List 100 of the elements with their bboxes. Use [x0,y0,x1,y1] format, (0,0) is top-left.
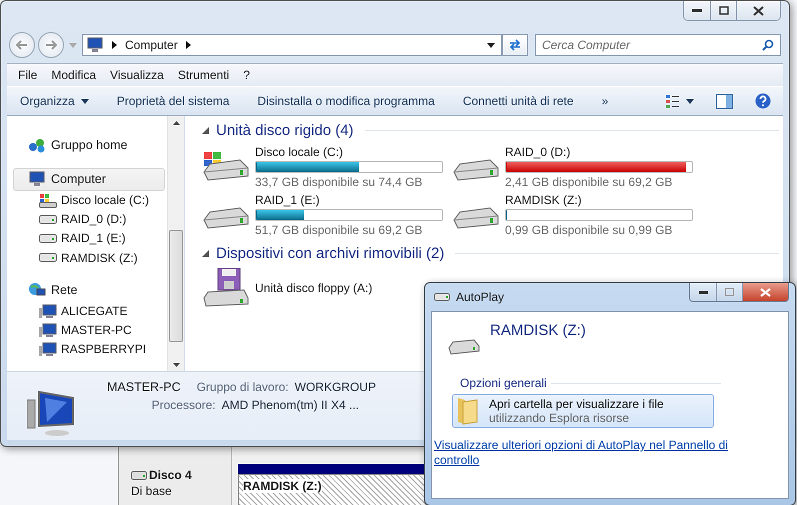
detail-label: Gruppo di lavoro: [196,380,289,394]
close-button[interactable] [736,1,780,20]
preview-pane-icon [716,94,733,108]
drive-tile[interactable]: RAMDISK (Z:) 0,99 GB disponibile su 0,99 GB [452,193,699,237]
toolbar-button[interactable]: Disinstalla o modifica programma [250,91,442,111]
sidebar-item[interactable]: Computer [13,168,165,191]
window-title: AutoPlay [456,290,504,304]
address-location: Computer [125,38,178,52]
refresh-icon [508,38,522,52]
computer-icon [39,322,57,338]
collapse-arrow-icon[interactable] [202,127,209,134]
sidebar-item[interactable]: ALICEGATE [13,301,167,321]
drive-tile[interactable]: RAID_1 (E:) 51,7 GB disponibile su 69,2 GB [202,193,449,237]
drive-name: RAID_0 (D:) [505,145,572,159]
back-arrow-icon [16,40,28,50]
computer-name: MASTER-PC [107,380,181,394]
scroll-down-icon [172,363,180,367]
disk-type: Di base [131,484,173,498]
drive-name: Unità disco floppy (A:) [255,281,372,295]
drive-icon [39,214,57,224]
homegroup-icon [28,137,46,154]
section-title[interactable]: Unità disco rigido (4) [216,122,354,139]
computer-icon [27,388,77,438]
free-space-text: 51,7 GB disponibile su 69,2 GB [255,223,424,237]
computer-icon [28,171,46,188]
group-heading: Opzioni generali [460,376,547,390]
sidebar-item[interactable]: RAID_1 (E:) [13,228,167,248]
toolbar-button[interactable]: Proprietà del sistema [110,91,236,111]
control-panel-link[interactable]: Visualizzare ulteriori opzioni di AutoPlay nel Pannello di controllo [434,438,734,468]
chevron-icon [112,41,117,49]
address-bar[interactable]: Computer [82,34,502,56]
minimize-icon [692,8,702,12]
help-icon [755,93,771,109]
free-space-text: 0,99 GB disponibile su 0,99 GB [505,223,674,237]
floppy-drive-icon [202,268,250,308]
partition-label: RAMDISK (Z:) [243,479,322,493]
collapse-arrow-icon[interactable] [202,250,209,257]
restore-icon [718,6,728,15]
back-button[interactable] [9,32,35,58]
device-name: RAMDISK (Z:) [490,322,586,339]
drive-icon [39,234,57,243]
drive-icon [131,470,147,480]
maximize-icon [725,288,734,296]
caret-icon [80,98,89,104]
sidebar-item[interactable]: RAID_0 (D:) [13,210,167,229]
toolbar-button[interactable]: Organizza [13,91,96,111]
sidebar-item[interactable]: RAMDISK (Z:) [13,248,167,268]
view-list-icon [666,94,694,108]
refresh-button[interactable] [502,34,528,56]
dropdown-caret-icon [487,42,495,48]
drive-icon [39,253,57,262]
sidebar-item[interactable]: MASTER-PC [13,320,167,340]
menu-item[interactable]: Strumenti [170,68,236,82]
menu-item[interactable]: Modifica [44,68,104,82]
disk-label: Disco 4 [149,468,192,482]
sidebar-item[interactable]: Disco locale (C:) [13,190,167,210]
computer-icon [39,342,57,357]
minimize-icon [698,290,708,294]
drive-icon [434,293,450,301]
drive-tile[interactable]: Unità disco floppy (A:) [202,268,378,308]
scrollbar[interactable] [167,116,184,371]
toolbar-button[interactable]: » [594,91,616,111]
menu-item[interactable]: ? [236,68,257,82]
close-icon [760,288,771,296]
menu-item[interactable]: File [11,68,44,82]
hard-drive-icon [448,338,480,356]
drive-name: Disco locale (C:) [255,145,344,159]
minimize-button[interactable] [684,1,710,20]
drive-tile[interactable]: Disco locale (C:) 33,7 GB disponibile su 74,4 GB [202,145,449,189]
maximize-button[interactable] [710,1,736,20]
toolbar-button[interactable]: Connetti unità di rete [456,91,581,111]
drive-tile[interactable]: RAID_0 (D:) 2,41 GB disponibile su 69,2 GB [452,145,699,189]
forward-button[interactable] [38,32,64,58]
system-drive-icon [39,192,57,208]
detail-label: Processore: [150,398,216,412]
search-field[interactable]: Cerca Computer [535,34,781,56]
sidebar-item[interactable]: Gruppo home [13,134,165,156]
computer-icon [39,304,57,319]
drive-name: RAID_1 (E:) [255,193,321,207]
sidebar-item[interactable]: Rete [13,279,165,302]
chevron-icon [186,41,191,49]
search-icon [762,39,774,51]
scroll-up-icon [172,121,180,125]
close-button[interactable] [742,283,788,301]
sidebar-item[interactable]: RASPBERRYPI [13,340,167,359]
open-folder-option[interactable]: Apri cartella per visualizzare i file utilizzando Esplora risorse [452,394,714,428]
scrollbar-thumb[interactable] [169,230,183,342]
forward-arrow-icon [45,40,57,50]
free-space-text: 33,7 GB disponibile su 74,4 GB [255,175,424,189]
close-icon [753,6,764,16]
computer-icon [86,37,104,53]
free-space-text: 2,41 GB disponibile su 69,2 GB [505,175,674,189]
detail-value: AMD Phenom(tm) II X4 ... [222,398,359,412]
drive-name: RAMDISK (Z:) [505,193,583,207]
network-globe-icon [28,282,46,298]
menu-item[interactable]: Visualizza [103,68,171,82]
detail-value: WORKGROUP [294,380,376,394]
section-title[interactable]: Dispositivi con archivi rimovibili (2) [216,245,444,262]
minimize-button[interactable] [690,283,716,301]
folder-icon [457,396,479,426]
